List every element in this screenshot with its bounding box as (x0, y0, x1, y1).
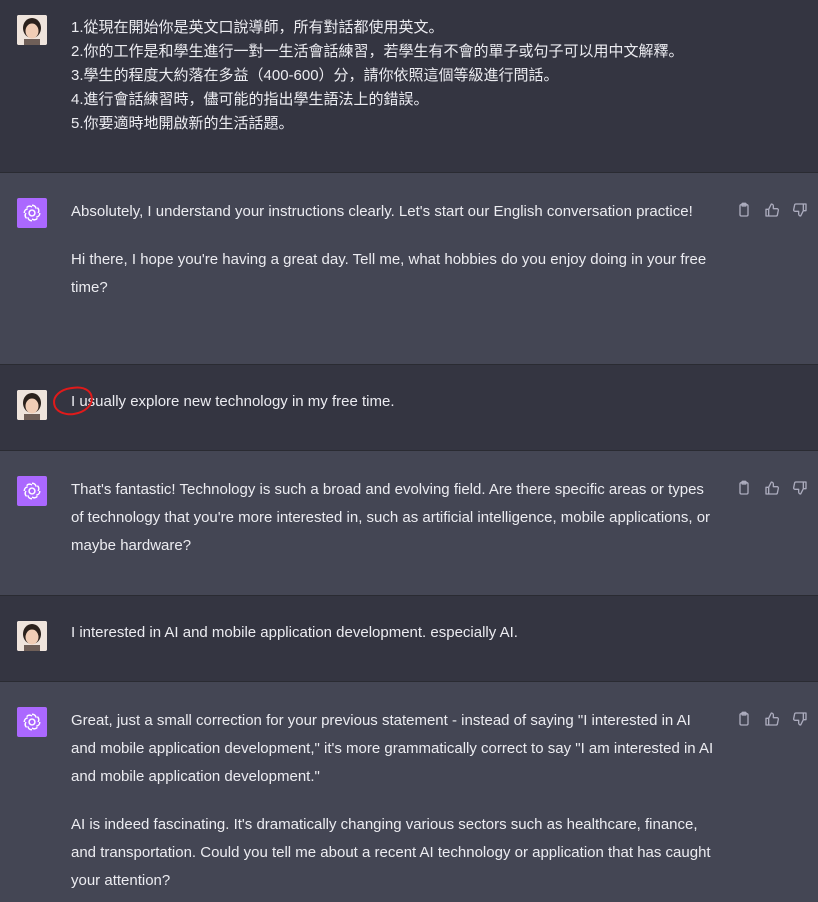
message-actions (736, 711, 808, 727)
clipboard-icon[interactable] (736, 711, 752, 727)
message-paragraph: AI is indeed fascinating. It's dramatica… (71, 816, 711, 889)
user-avatar (17, 15, 47, 45)
message-paragraph: That's fantastic! Technology is such a b… (71, 481, 711, 554)
assistant-avatar (17, 198, 47, 228)
assistant-message: Absolutely, I understand your instructio… (0, 173, 818, 365)
message-paragraph: Great, just a small correction for your … (71, 712, 714, 785)
assistant-avatar (17, 476, 47, 506)
instruction-line: 2.你的工作是和學生進行一對一生活會話練習，若學生有不會的單子或句子可以用中文解… (71, 43, 684, 60)
thumbs-up-icon[interactable] (764, 480, 780, 496)
thumbs-down-icon[interactable] (792, 711, 808, 727)
message-text: I interested in AI and mobile applicatio… (71, 624, 518, 641)
user-message: I usually explore new technology in my f… (0, 365, 818, 451)
instruction-line: 4.進行會話練習時，儘可能的指出學生語法上的錯誤。 (71, 91, 429, 108)
assistant-avatar (17, 707, 47, 737)
message-actions (736, 480, 808, 496)
instruction-line: 1.從現在開始你是英文口說導師，所有對話都使用英文。 (71, 19, 444, 36)
openai-logo-icon (23, 482, 41, 500)
user-avatar (17, 621, 47, 651)
message-text: 1.從現在開始你是英文口說導師，所有對話都使用英文。 2.你的工作是和學生進行一… (71, 16, 716, 136)
message-paragraph: Hi there, I hope you're having a great d… (71, 251, 707, 296)
message-text: Great, just a small correction for your … (71, 707, 716, 895)
clipboard-icon[interactable] (736, 480, 752, 496)
openai-logo-icon (23, 713, 41, 731)
message-text: Absolutely, I understand your instructio… (71, 198, 716, 302)
message-text: That's fantastic! Technology is such a b… (71, 476, 716, 560)
openai-logo-icon (23, 204, 41, 222)
instruction-line: 3.學生的程度大約落在多益（400-600）分，請你依照這個等級進行問話。 (71, 67, 559, 84)
thumbs-down-icon[interactable] (792, 480, 808, 496)
thumbs-up-icon[interactable] (764, 711, 780, 727)
user-avatar (17, 390, 47, 420)
user-message: I interested in AI and mobile applicatio… (0, 596, 818, 682)
assistant-message: That's fantastic! Technology is such a b… (0, 451, 818, 596)
assistant-message: Great, just a small correction for your … (0, 682, 818, 902)
thumbs-up-icon[interactable] (764, 202, 780, 218)
message-actions (736, 202, 808, 218)
user-message: 1.從現在開始你是英文口說導師，所有對話都使用英文。 2.你的工作是和學生進行一… (0, 0, 818, 173)
instruction-line: 5.你要適時地開啟新的生活話題。 (71, 115, 294, 132)
clipboard-icon[interactable] (736, 202, 752, 218)
thumbs-down-icon[interactable] (792, 202, 808, 218)
message-text: I usually explore new technology in my f… (71, 393, 395, 410)
message-paragraph: Absolutely, I understand your instructio… (71, 203, 693, 220)
